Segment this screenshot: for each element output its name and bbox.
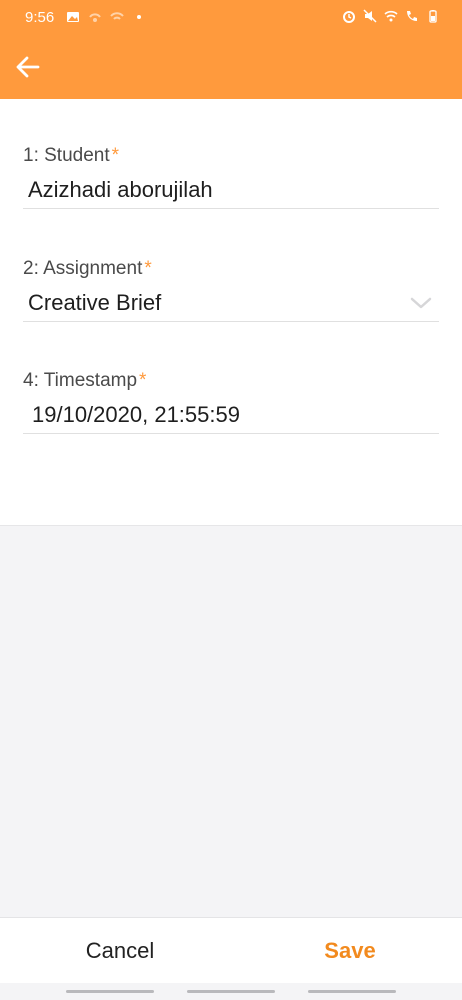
form-card: 1: Student * Azizhadi aborujilah 2: Assig… bbox=[0, 99, 462, 526]
alarm-icon bbox=[343, 11, 355, 23]
status-bar: 9:56 bbox=[0, 0, 462, 36]
mute-icon bbox=[363, 9, 377, 23]
dot-icon bbox=[137, 15, 141, 19]
timestamp-field[interactable]: 4: Timestamp * 19/10/2020, 21:55:59 bbox=[23, 370, 439, 434]
app-bar: 9:56 bbox=[0, 0, 462, 99]
action-bar: Cancel Save bbox=[0, 917, 462, 984]
nav-home-handle[interactable] bbox=[187, 990, 275, 993]
signal-dim-icon bbox=[89, 13, 101, 22]
gallery-icon bbox=[67, 12, 79, 22]
student-field[interactable]: 1: Student * Azizhadi aborujilah bbox=[23, 145, 439, 209]
system-nav-bar bbox=[0, 983, 462, 1000]
status-time: 9:56 bbox=[25, 9, 55, 26]
cancel-button[interactable]: Cancel bbox=[40, 918, 200, 984]
assignment-field[interactable]: 2: Assignment * Creative Brief bbox=[23, 258, 439, 322]
required-marker: * bbox=[139, 370, 147, 391]
required-marker: * bbox=[144, 258, 152, 279]
required-marker: * bbox=[111, 145, 120, 166]
student-label: 1: Student bbox=[23, 145, 110, 166]
status-left-icons bbox=[66, 10, 146, 24]
save-button[interactable]: Save bbox=[270, 918, 430, 984]
timestamp-label: 4: Timestamp bbox=[23, 370, 138, 391]
assignment-value: Creative Brief bbox=[28, 290, 162, 315]
status-right-icons bbox=[342, 9, 440, 23]
call-signal-icon bbox=[407, 11, 417, 21]
student-value[interactable]: Azizhadi aborujilah bbox=[23, 174, 439, 209]
wifi-icon bbox=[384, 10, 398, 22]
nav-back-handle[interactable] bbox=[308, 990, 396, 993]
nav-recent-handle[interactable] bbox=[66, 990, 154, 993]
wifi-dim-icon bbox=[110, 12, 124, 20]
timestamp-value[interactable]: 19/10/2020, 21:55:59 bbox=[23, 399, 439, 434]
arrow-left-icon[interactable] bbox=[14, 53, 42, 81]
chevron-down-icon[interactable] bbox=[409, 295, 433, 311]
battery-icon bbox=[429, 10, 437, 23]
assignment-select[interactable]: Creative Brief bbox=[23, 287, 439, 322]
assignment-label: 2: Assignment bbox=[23, 258, 143, 279]
